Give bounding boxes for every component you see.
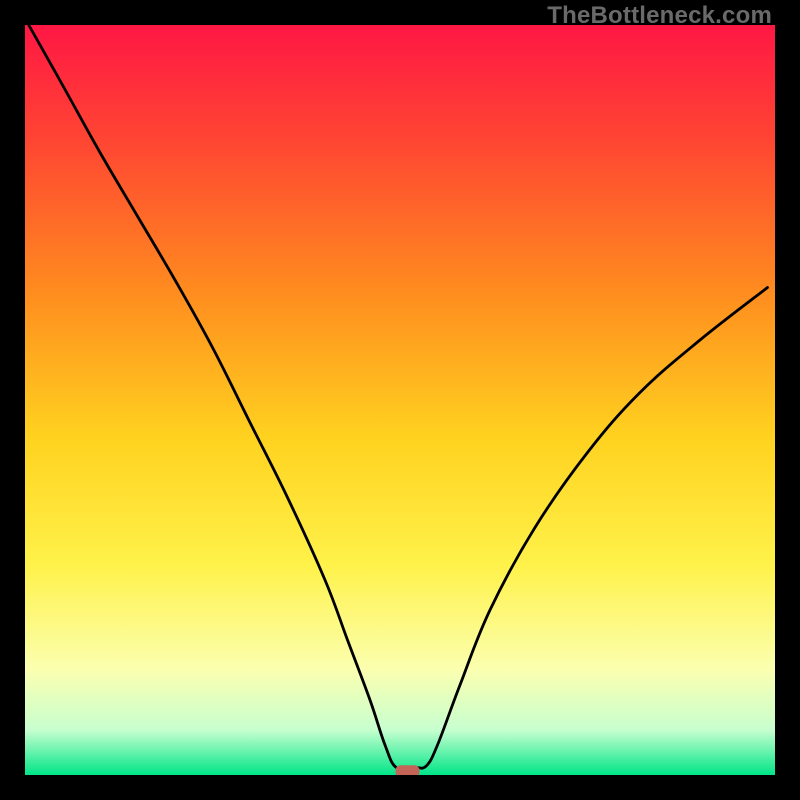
chart-frame: [25, 25, 775, 775]
watermark-text: TheBottleneck.com: [547, 2, 772, 30]
chart-background: [25, 25, 775, 775]
optimal-point-marker: [396, 765, 420, 775]
bottleneck-chart: [25, 25, 775, 775]
